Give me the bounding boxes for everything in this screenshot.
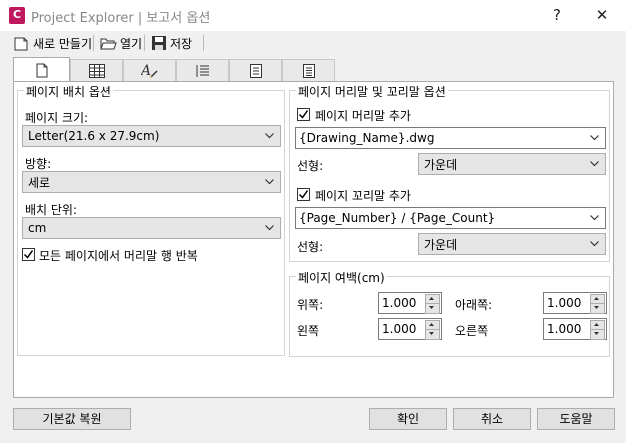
page-icon <box>36 63 47 77</box>
layout-unit-label: 배치 단위: <box>25 203 78 217</box>
page-size-select[interactable]: Letter(21.6 x 27.9cm) <box>22 125 281 147</box>
header-text-value: {Drawing_Name}.dwg <box>299 131 435 145</box>
app-logo-icon: C <box>9 7 25 24</box>
footer-text-combo[interactable]: {Page_Number} / {Page_Count} <box>295 207 606 229</box>
table-icon <box>88 63 105 78</box>
top-margin-value: 1.000 <box>382 296 417 310</box>
save-disk-icon <box>152 36 166 50</box>
header-text-combo[interactable]: {Drawing_Name}.dwg <box>295 127 606 149</box>
chevron-down-icon <box>590 241 599 247</box>
bottom-margin-label: 아래쪽: <box>455 298 493 312</box>
checkmark-icon <box>298 110 309 119</box>
save-button[interactable]: 저장 <box>151 33 192 53</box>
toolbar-separator <box>93 35 94 51</box>
spin-down-icon[interactable] <box>590 303 605 314</box>
window-title: Project Explorer | 보고서 옵션 <box>31 11 211 26</box>
left-margin-spinner[interactable]: 1.000 <box>378 318 442 340</box>
add-footer-checkbox[interactable] <box>297 188 310 201</box>
add-header-checkbox[interactable] <box>297 108 310 121</box>
chevron-down-icon <box>265 133 274 139</box>
right-margin-spinner[interactable]: 1.000 <box>543 318 607 340</box>
checkmark-icon <box>298 190 309 199</box>
tab-spreadsheet[interactable] <box>229 59 282 81</box>
footer-align-label: 선형: <box>297 240 324 254</box>
cancel-button[interactable]: 취소 <box>453 408 531 430</box>
chevron-down-icon <box>590 161 599 167</box>
left-margin-label: 왼쪽 <box>297 324 320 338</box>
page-layout-legend: 페이지 배치 옵션 <box>24 83 113 100</box>
help-title-button[interactable]: ? <box>535 0 579 31</box>
new-button[interactable]: 새로 만들기 <box>13 33 92 53</box>
ok-button[interactable]: 확인 <box>369 408 447 430</box>
footer-align-value: 가운데 <box>424 237 458 252</box>
repeat-header-checkbox[interactable] <box>22 248 35 261</box>
orientation-label: 방향: <box>25 157 52 171</box>
spin-down-icon[interactable] <box>425 303 440 314</box>
toolbar-separator <box>144 35 145 51</box>
text-format-icon: A <box>141 63 158 79</box>
tab-document[interactable] <box>282 59 335 81</box>
right-margin-value: 1.000 <box>547 322 582 336</box>
close-button[interactable]: ✕ <box>580 0 624 31</box>
top-margin-label: 위쪽: <box>297 298 324 312</box>
header-align-select[interactable]: 가운데 <box>418 153 606 175</box>
left-margin-value: 1.000 <box>382 322 417 336</box>
chevron-down-icon <box>590 135 599 141</box>
checkmark-icon <box>23 250 34 259</box>
layout-unit-select[interactable]: cm <box>22 217 281 239</box>
open-button[interactable]: 열기 <box>100 33 142 53</box>
toolbar-separator <box>203 35 204 51</box>
top-margin-spinner[interactable]: 1.000 <box>378 292 442 314</box>
page-size-label: 페이지 크기: <box>25 111 89 125</box>
header-align-value: 가운데 <box>424 157 458 172</box>
document-icon <box>302 63 315 78</box>
margins-group <box>289 276 610 357</box>
orientation-select[interactable]: 세로 <box>22 171 281 193</box>
spreadsheet-icon <box>249 63 262 78</box>
spin-down-icon[interactable] <box>425 329 440 340</box>
chevron-down-icon <box>265 225 274 231</box>
add-footer-label[interactable]: 페이지 꼬리말 추가 <box>315 187 411 204</box>
margins-legend: 페이지 여백(cm) <box>296 269 387 286</box>
footer-text-value: {Page_Number} / {Page_Count} <box>299 211 496 225</box>
tab-list[interactable] <box>176 59 229 81</box>
open-label: 열기 <box>120 36 143 51</box>
bottom-margin-value: 1.000 <box>547 296 582 310</box>
footer-align-select[interactable]: 가운데 <box>418 233 606 255</box>
bottom-margin-spinner[interactable]: 1.000 <box>543 292 607 314</box>
restore-defaults-button[interactable]: 기본값 복원 <box>13 408 131 430</box>
new-label: 새로 만들기 <box>33 36 93 51</box>
svg-text:A: A <box>141 63 151 79</box>
save-label: 저장 <box>170 36 193 51</box>
add-header-label[interactable]: 페이지 머리말 추가 <box>315 107 411 124</box>
tab-text-format[interactable]: A <box>123 59 176 81</box>
list-icon <box>196 64 209 77</box>
open-folder-icon <box>100 38 117 49</box>
page-size-value: Letter(21.6 x 27.9cm) <box>28 129 160 143</box>
spin-down-icon[interactable] <box>590 329 605 340</box>
help-button[interactable]: 도움말 <box>537 408 615 430</box>
right-margin-label: 오른쪽 <box>455 324 489 338</box>
tab-page[interactable] <box>13 57 70 82</box>
orientation-value: 세로 <box>28 175 51 190</box>
chevron-down-icon <box>265 179 274 185</box>
layout-unit-value: cm <box>28 221 47 235</box>
tab-table[interactable] <box>70 59 123 81</box>
new-document-icon <box>14 37 28 50</box>
header-footer-legend: 페이지 머리말 및 꼬리말 옵션 <box>296 83 448 100</box>
chevron-down-icon <box>590 215 599 221</box>
repeat-header-label[interactable]: 모든 페이지에서 머리말 행 반복 <box>39 247 198 264</box>
header-align-label: 선형: <box>297 159 324 173</box>
